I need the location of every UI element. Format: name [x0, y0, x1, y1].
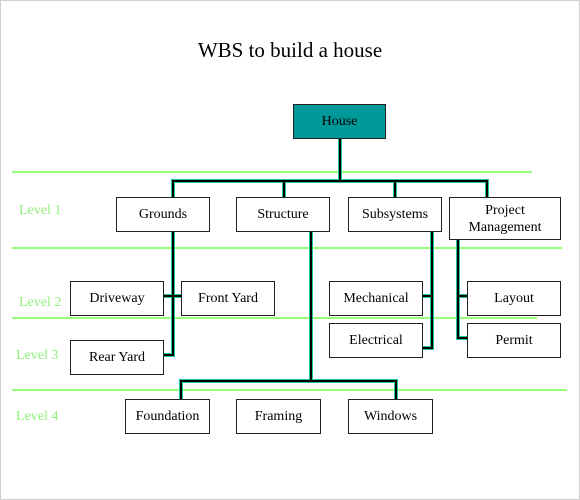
connector-line [179, 379, 398, 399]
node-house[interactable]: House [293, 104, 386, 139]
node-layout[interactable]: Layout [467, 281, 561, 316]
node-rear-yard[interactable]: Rear Yard [70, 340, 164, 375]
node-project-management[interactable]: Project Management [449, 197, 561, 240]
node-permit[interactable]: Permit [467, 323, 561, 358]
node-subsystems[interactable]: Subsystems [348, 197, 442, 232]
node-grounds[interactable]: Grounds [116, 197, 210, 232]
connector-line [164, 232, 175, 357]
connector-line [171, 179, 489, 197]
node-mechanical[interactable]: Mechanical [329, 281, 423, 316]
node-structure[interactable]: Structure [236, 197, 330, 232]
node-driveway[interactable]: Driveway [70, 281, 164, 316]
connector-line [180, 380, 397, 399]
node-front-yard[interactable]: Front Yard [181, 281, 275, 316]
node-electrical[interactable]: Electrical [329, 323, 423, 358]
connector-line [172, 180, 488, 197]
node-framing[interactable]: Framing [236, 399, 321, 434]
connector-line [456, 240, 467, 340]
node-windows[interactable]: Windows [348, 399, 433, 434]
node-foundation[interactable]: Foundation [125, 399, 210, 434]
connector-line [423, 232, 434, 350]
